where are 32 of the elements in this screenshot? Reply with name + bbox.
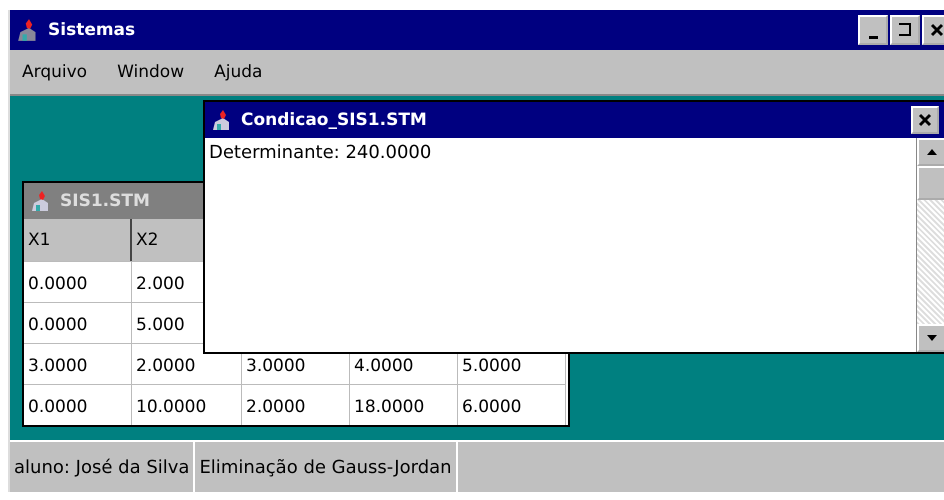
window-title: Sistemas bbox=[48, 20, 136, 40]
close-button[interactable] bbox=[922, 15, 944, 45]
child-window-title: SIS1.STM bbox=[60, 191, 150, 211]
table-cell: 18.0000 bbox=[350, 384, 458, 425]
close-icon bbox=[918, 113, 932, 127]
determinant-text: Determinante: 240.0000 bbox=[208, 141, 432, 165]
close-button[interactable] bbox=[911, 106, 939, 134]
table-cell: 6.0000 bbox=[458, 384, 566, 425]
status-text: aluno: José da Silva bbox=[10, 442, 196, 492]
scrollbar[interactable] bbox=[916, 138, 944, 352]
table-cell: 2.0000 bbox=[242, 384, 350, 425]
maximize-button[interactable] bbox=[890, 15, 920, 45]
menu-item[interactable]: Arquivo bbox=[22, 62, 88, 82]
scroll-up-button[interactable] bbox=[917, 138, 944, 166]
scroll-thumb[interactable] bbox=[917, 166, 944, 200]
column-header: X1 bbox=[24, 219, 132, 261]
table-cell: 0.0000 bbox=[24, 261, 132, 302]
menu-item[interactable]: Ajuda bbox=[214, 62, 262, 82]
dialog-title: Condicao_SIS1.STM bbox=[241, 110, 427, 130]
table-cell: 0.0000 bbox=[24, 302, 132, 343]
table-cell: 10.0000 bbox=[132, 384, 242, 425]
scroll-down-button[interactable] bbox=[917, 324, 944, 352]
up-arrow-icon bbox=[926, 148, 938, 156]
table-cell: 3.0000 bbox=[24, 343, 132, 384]
minimize-button[interactable] bbox=[858, 15, 888, 45]
down-arrow-icon bbox=[926, 334, 938, 342]
table-cell: 0.0000 bbox=[24, 384, 132, 425]
minimize-icon bbox=[868, 36, 878, 39]
menu-item[interactable]: Window bbox=[117, 62, 184, 82]
close-icon bbox=[930, 23, 944, 37]
maximize-icon bbox=[898, 23, 912, 37]
status-text: Eliminação de Gauss-Jordan bbox=[195, 442, 458, 492]
